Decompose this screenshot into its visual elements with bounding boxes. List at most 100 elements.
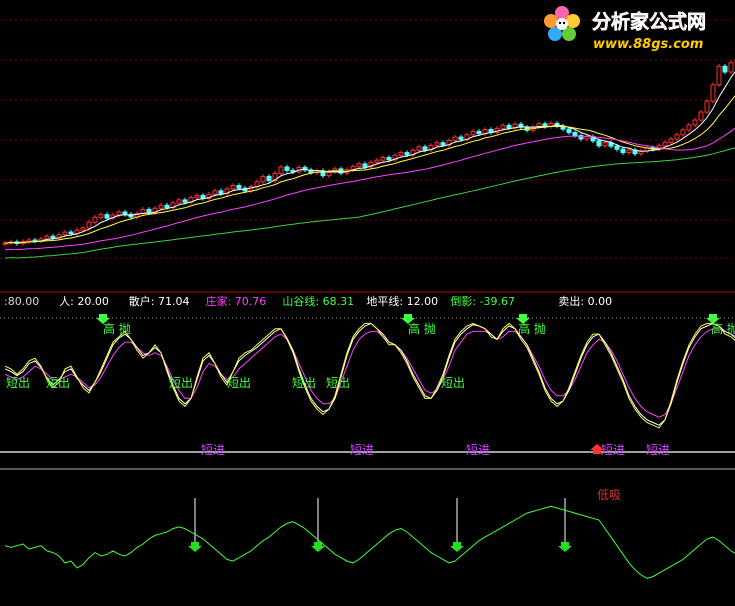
- valley-line: [4, 322, 735, 429]
- candle-down: [236, 185, 242, 189]
- candle-up: [500, 124, 506, 129]
- candle-up: [158, 204, 164, 209]
- candle-down: [572, 132, 578, 137]
- retail-line: [4, 322, 735, 426]
- candle-down: [68, 231, 74, 235]
- candle-down: [620, 148, 626, 154]
- candle-up: [668, 138, 674, 143]
- indicator-values-row: :80.00 人: 20.00 散户: 71.04 庄家: 70.76 山谷线: 68.…: [4, 294, 612, 308]
- candle-up: [194, 194, 200, 199]
- high-sell-label: 高 抛: [408, 321, 436, 336]
- candle-down: [164, 204, 170, 208]
- flower-icon: [544, 6, 580, 41]
- short-out-label: 短出: [441, 376, 465, 390]
- candle-down: [266, 175, 272, 182]
- short-out-label: 短出: [326, 376, 350, 390]
- candle-down: [440, 142, 446, 146]
- candle-up: [626, 149, 632, 154]
- short-out-label: 短出: [227, 376, 251, 390]
- candle-down: [386, 157, 392, 161]
- candle-up: [230, 185, 236, 190]
- short-out-label: 短出: [292, 376, 316, 390]
- short-in-label: 短进: [466, 443, 490, 457]
- candle-down: [182, 199, 188, 203]
- candle-up: [728, 62, 734, 73]
- candle-up: [62, 231, 68, 236]
- ma-long-line: [4, 127, 735, 251]
- candle-up: [584, 136, 590, 140]
- watermark-name: 分析家公式网: [592, 10, 706, 33]
- candle-down: [32, 239, 38, 242]
- stock-chart: :80.00 人: 20.00 散户: 71.04 庄家: 70.76 山谷线: 68.…: [0, 6, 735, 579]
- candle-up: [380, 157, 386, 161]
- candle-up: [98, 214, 104, 218]
- candle-down: [722, 65, 728, 73]
- short-out-label: 短出: [169, 376, 193, 390]
- indicator-value: 山谷线: 68.31: [282, 294, 354, 308]
- indicator-value: :80.00: [4, 295, 39, 308]
- indicator-value: 人: 20.00: [59, 295, 109, 308]
- candle-down: [506, 124, 512, 129]
- indicator-value: 散户: 71.04: [129, 294, 190, 308]
- candle-down: [596, 140, 602, 147]
- candle-up: [470, 130, 476, 136]
- sell-signal-arrow-icon: [558, 542, 572, 552]
- watermark-url: www.88gs.com: [593, 37, 703, 52]
- candle-up: [80, 227, 86, 231]
- short-in-label: 短进: [646, 443, 670, 457]
- candle-up: [116, 211, 122, 216]
- sell-signal-arrow-icon: [188, 542, 202, 552]
- candle-up: [710, 84, 716, 102]
- candle-up: [704, 100, 710, 113]
- candle-down: [362, 163, 368, 168]
- short-out-label: 短出: [6, 376, 30, 390]
- candle-up: [26, 239, 32, 243]
- price-grid: [0, 19, 735, 259]
- candle-up: [356, 163, 362, 168]
- candle-up: [698, 111, 704, 121]
- candle-up: [692, 119, 698, 126]
- candle-down: [542, 123, 548, 127]
- candle-up: [374, 159, 380, 163]
- short-in-label: 短进: [201, 443, 225, 457]
- short-out-label: 短出: [46, 376, 70, 390]
- candle-down: [104, 214, 110, 219]
- candle-down: [50, 235, 56, 239]
- indicator-value: 地平线: 12.00: [366, 294, 438, 308]
- candle-down: [422, 146, 428, 151]
- candlestick-series: [2, 59, 735, 247]
- high-sell-label: 高 抛: [518, 321, 546, 336]
- sell-signal-arrow-icon: [450, 542, 464, 552]
- short-in-label: 短进: [350, 443, 374, 457]
- ma-short-line: [4, 71, 735, 244]
- watermark-logo: 分析家公式网 www.88gs.com: [544, 6, 706, 52]
- candle-down: [218, 190, 224, 194]
- candle-up: [260, 175, 266, 183]
- reflection-line: [4, 505, 735, 579]
- indicator-value: 庄家: 70.76: [206, 294, 267, 308]
- short-in-label: 短进: [601, 443, 625, 457]
- candle-up: [44, 235, 50, 240]
- candle-up: [452, 136, 458, 141]
- candle-down: [458, 136, 464, 140]
- candle-up: [176, 199, 182, 204]
- dealer-line: [4, 328, 735, 418]
- candle-down: [122, 211, 128, 215]
- candle-down: [476, 130, 482, 135]
- candle-up: [716, 65, 722, 86]
- candle-up: [680, 129, 686, 136]
- candle-down: [404, 152, 410, 156]
- high-sell-label: 高 抛: [711, 321, 735, 336]
- candle-up: [686, 124, 692, 131]
- candle-up: [662, 141, 668, 147]
- candle-down: [284, 166, 290, 171]
- candle-up: [86, 221, 92, 229]
- indicator-value: 卖出: 0.00: [558, 294, 612, 308]
- candle-up: [212, 190, 218, 195]
- candle-up: [92, 216, 98, 223]
- indicator-value: 倒影: -39.67: [450, 295, 515, 308]
- candle-up: [674, 134, 680, 140]
- low-buy-label: 低吸: [597, 488, 621, 502]
- candle-down: [146, 208, 152, 213]
- candle-down: [566, 128, 572, 134]
